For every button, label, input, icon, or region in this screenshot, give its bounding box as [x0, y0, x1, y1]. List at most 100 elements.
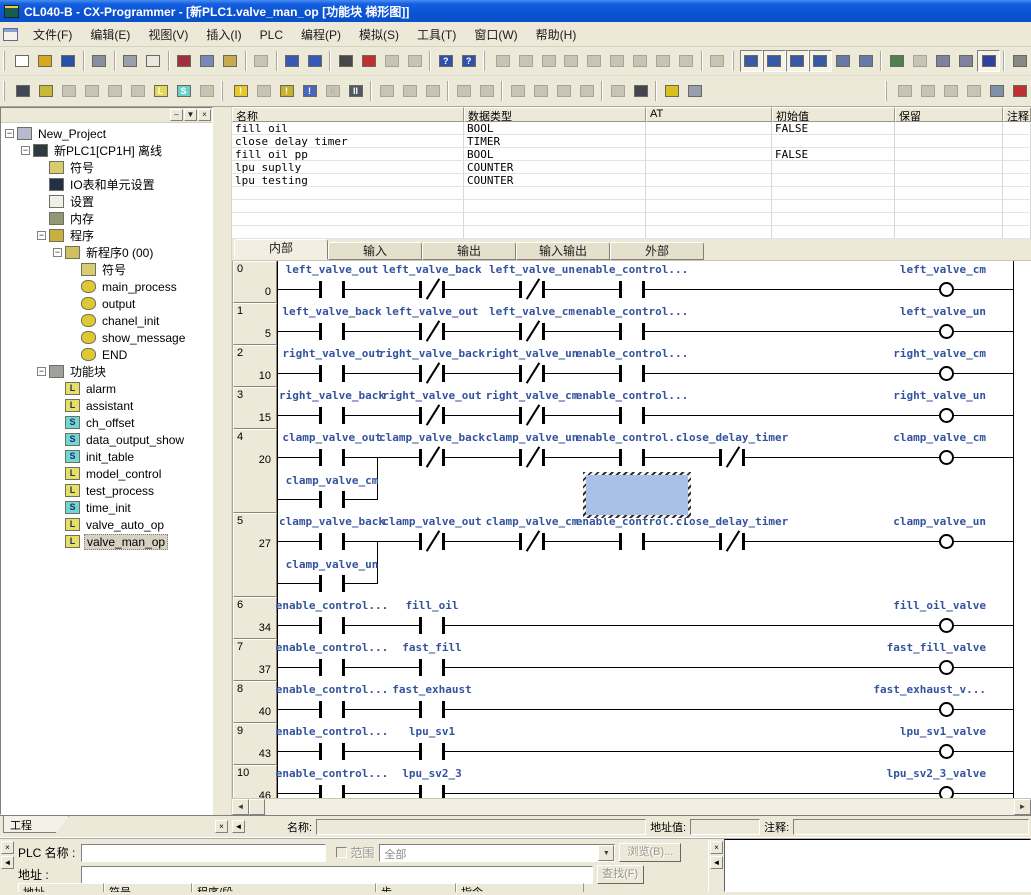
tree-item-end[interactable]: END [1, 346, 212, 363]
tree-item-program0-symbols[interactable]: 符号 [1, 261, 212, 278]
tree-item-plc1[interactable]: −新PLC1[CP1H] 离线 [1, 142, 212, 159]
paste-button[interactable] [219, 50, 242, 72]
tree-item-fb-init-table[interactable]: Sinit_table [1, 448, 212, 465]
variable-cell[interactable] [1003, 148, 1031, 161]
variable-cell[interactable] [464, 187, 646, 200]
tree-expander-icon[interactable]: − [37, 231, 46, 240]
menu-item-8[interactable]: 工具(T) [408, 25, 465, 45]
variable-cell[interactable]: fill_oil_pp [232, 148, 464, 161]
tree-item-fb-model-control[interactable]: Lmodel_control [1, 465, 212, 482]
variable-cell[interactable] [895, 174, 1003, 187]
scrollbar-thumb[interactable] [249, 799, 265, 815]
new-plc-button[interactable] [11, 80, 34, 102]
tree-item-io-table[interactable]: IO表和单元设置 [1, 176, 212, 193]
result-column-4[interactable]: 步 [376, 883, 456, 892]
variable-cell[interactable] [232, 200, 464, 213]
variable-cell[interactable] [1003, 226, 1031, 239]
toolbar-grip[interactable] [885, 81, 890, 101]
nc-contact-close_delay_timer[interactable] [719, 449, 745, 466]
tree-item-fb-test-process[interactable]: Ltest_process [1, 482, 212, 499]
tree-item-new-project[interactable]: −New_Project [1, 125, 212, 142]
new-fb-ladder-button[interactable]: L [149, 80, 172, 102]
column-header-1[interactable]: 名称 [232, 107, 464, 122]
column-header-4[interactable]: 初始值 [772, 107, 895, 122]
variable-cell[interactable]: FALSE [772, 122, 895, 135]
variable-cell[interactable]: lpu_suplly [232, 161, 464, 174]
print-preview-button[interactable] [142, 50, 165, 72]
variable-cell[interactable] [1003, 135, 1031, 148]
tree-expander-icon[interactable]: − [21, 146, 30, 155]
no-contact-enable_control...[interactable] [619, 407, 645, 424]
variable-cell[interactable] [1003, 187, 1031, 200]
page-setup-button[interactable] [985, 80, 1008, 102]
new-file-button[interactable] [11, 50, 34, 72]
no-contact-left_valve_out[interactable] [319, 281, 345, 298]
help-button[interactable]: ? [434, 50, 457, 72]
no-contact-enable_control...[interactable] [319, 617, 345, 634]
find-panel-collapse-icon[interactable]: ◄ [1, 856, 14, 869]
variable-cell[interactable] [895, 122, 1003, 135]
no-contact-fast_fill[interactable] [419, 659, 445, 676]
nc-contact-right_valve_out[interactable] [419, 407, 445, 424]
variable-cell[interactable] [895, 213, 1003, 226]
output-coil-fill_oil_valve[interactable] [939, 618, 954, 633]
no-contact-clamp_valve_un[interactable] [319, 575, 345, 592]
show-comment-button[interactable] [931, 50, 954, 72]
no-contact-fill_oil[interactable] [419, 617, 445, 634]
result-column-1[interactable]: 地址 [18, 883, 104, 892]
scrollbar-track[interactable] [265, 799, 1014, 815]
comment-value-field[interactable] [793, 819, 1029, 835]
tree-item-function-blocks[interactable]: −功能块 [1, 363, 212, 380]
rung-canvas[interactable]: right_valve_outright_valve_backright_val… [277, 345, 1031, 387]
output-coil-right_valve_cm[interactable] [939, 366, 954, 381]
output-panel[interactable] [724, 839, 1031, 892]
panel-splitter[interactable] [213, 107, 232, 815]
new-fb-st-button[interactable]: S [172, 80, 195, 102]
column-header-3[interactable]: AT [646, 107, 772, 122]
variable-cell[interactable]: TIMER [464, 135, 646, 148]
fb-tab-5[interactable]: 外部 [610, 242, 704, 260]
toolbar-grip[interactable] [221, 81, 226, 101]
rung-canvas[interactable]: left_valve_outleft_valve_backleft_valve_… [277, 261, 1031, 303]
output-close-icon[interactable]: × [710, 841, 723, 854]
output-coil-clamp_valve_un[interactable] [939, 534, 954, 549]
tree-expander-icon[interactable]: − [53, 248, 62, 257]
scroll-right-icon[interactable]: ► [1014, 799, 1031, 815]
rung-number-cell[interactable]: 737 [233, 639, 277, 681]
rung-number-cell[interactable]: 15 [233, 303, 277, 345]
rung-canvas[interactable]: enable_control...fast_fillfast_fill_valv… [277, 639, 1031, 681]
title-bar[interactable]: CL040-B - CX-Programmer - [新PLC1.valve_m… [0, 0, 1031, 22]
properties-button[interactable] [854, 50, 877, 72]
rung-canvas[interactable]: left_valve_backleft_valve_outleft_valve_… [277, 303, 1031, 345]
variable-cell[interactable] [1003, 200, 1031, 213]
variable-cell[interactable] [772, 174, 895, 187]
set-password-button[interactable] [660, 80, 683, 102]
nc-contact-left_valve_cm[interactable] [519, 323, 545, 340]
undo-button[interactable] [281, 50, 304, 72]
nc-contact-right_valve_un[interactable] [519, 365, 545, 382]
menu-item-5[interactable]: PLC [251, 25, 292, 45]
rung-canvas[interactable]: clamp_valve_outclamp_valve_backclamp_val… [277, 429, 1031, 513]
pause-button[interactable]: II [344, 80, 367, 102]
variable-cell[interactable] [895, 200, 1003, 213]
tree-item-chanel-init[interactable]: chanel_init [1, 312, 212, 329]
variable-cell[interactable] [232, 226, 464, 239]
toolbar-grip[interactable] [483, 51, 488, 71]
show-section-list-button[interactable] [954, 50, 977, 72]
redo-button[interactable] [303, 50, 326, 72]
variable-cell[interactable] [772, 135, 895, 148]
variable-cell[interactable] [772, 161, 895, 174]
release-password-button[interactable] [683, 80, 706, 102]
rung-number-cell[interactable]: 943 [233, 723, 277, 765]
find-button-bottom[interactable]: 查找(F) [597, 865, 644, 884]
menu-item-7[interactable]: 模拟(S) [350, 25, 408, 45]
no-contact-clamp_valve_back[interactable] [319, 533, 345, 550]
compare-programs-button[interactable] [88, 50, 111, 72]
statusbar-close-icon[interactable]: × [215, 820, 228, 833]
nc-contact-clamp_valve_back[interactable] [419, 449, 445, 466]
output-coil-right_valve_un[interactable] [939, 408, 954, 423]
variable-cell[interactable] [895, 148, 1003, 161]
tree-item-memory[interactable]: 内存 [1, 210, 212, 227]
variable-cell[interactable] [1003, 174, 1031, 187]
nc-contact-left_valve_un[interactable] [519, 281, 545, 298]
